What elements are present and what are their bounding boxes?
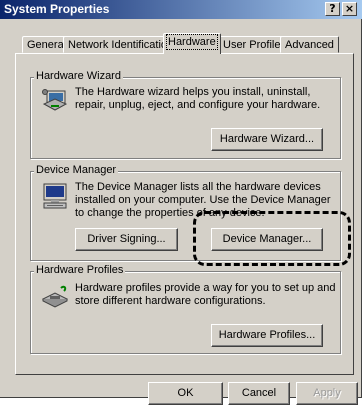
driver-signing-button[interactable]: Driver Signing... xyxy=(75,228,178,251)
title-bar[interactable]: System Properties ? × xyxy=(0,0,362,19)
tab-network-identification[interactable]: Network Identification xyxy=(63,36,179,53)
hardware-wizard-button[interactable]: Hardware Wizard... xyxy=(211,128,323,151)
hardware-wizard-group-title: Hardware Wizard xyxy=(34,70,123,82)
tab-hardware[interactable]: Hardware xyxy=(163,33,221,54)
apply-button[interactable]: Apply xyxy=(296,382,358,405)
tab-advanced[interactable]: Advanced xyxy=(280,36,339,53)
computer-monitor-icon xyxy=(43,183,67,209)
cancel-button[interactable]: Cancel xyxy=(228,382,290,405)
hardware-wizard-description: The Hardware wizard helps you install, u… xyxy=(75,86,321,111)
hardware-profiles-group-title: Hardware Profiles xyxy=(34,264,126,276)
device-manager-group-title: Device Manager xyxy=(34,164,119,176)
window-title: System Properties xyxy=(4,2,110,16)
hardware-wizard-group: Hardware Wizard The Hardware wizard help… xyxy=(30,70,341,159)
hardware-profiles-description: Hardware profiles provide a way for you … xyxy=(75,282,336,307)
help-button[interactable]: ? xyxy=(325,2,340,16)
hardware-profiles-button[interactable]: Hardware Profiles... xyxy=(211,324,323,347)
close-button[interactable]: × xyxy=(342,2,357,16)
hardware-profiles-icon xyxy=(41,285,69,308)
tab-strip: General Network Identification Hardware … xyxy=(0,33,362,54)
system-properties-window: System Properties ? × General Network Id… xyxy=(0,0,362,405)
hardware-profiles-group: Hardware Profiles Hardware profiles prov… xyxy=(30,264,341,354)
ok-button[interactable]: OK xyxy=(148,382,223,405)
highlight-annotation xyxy=(193,211,351,266)
hardware-wizard-icon xyxy=(42,89,68,111)
